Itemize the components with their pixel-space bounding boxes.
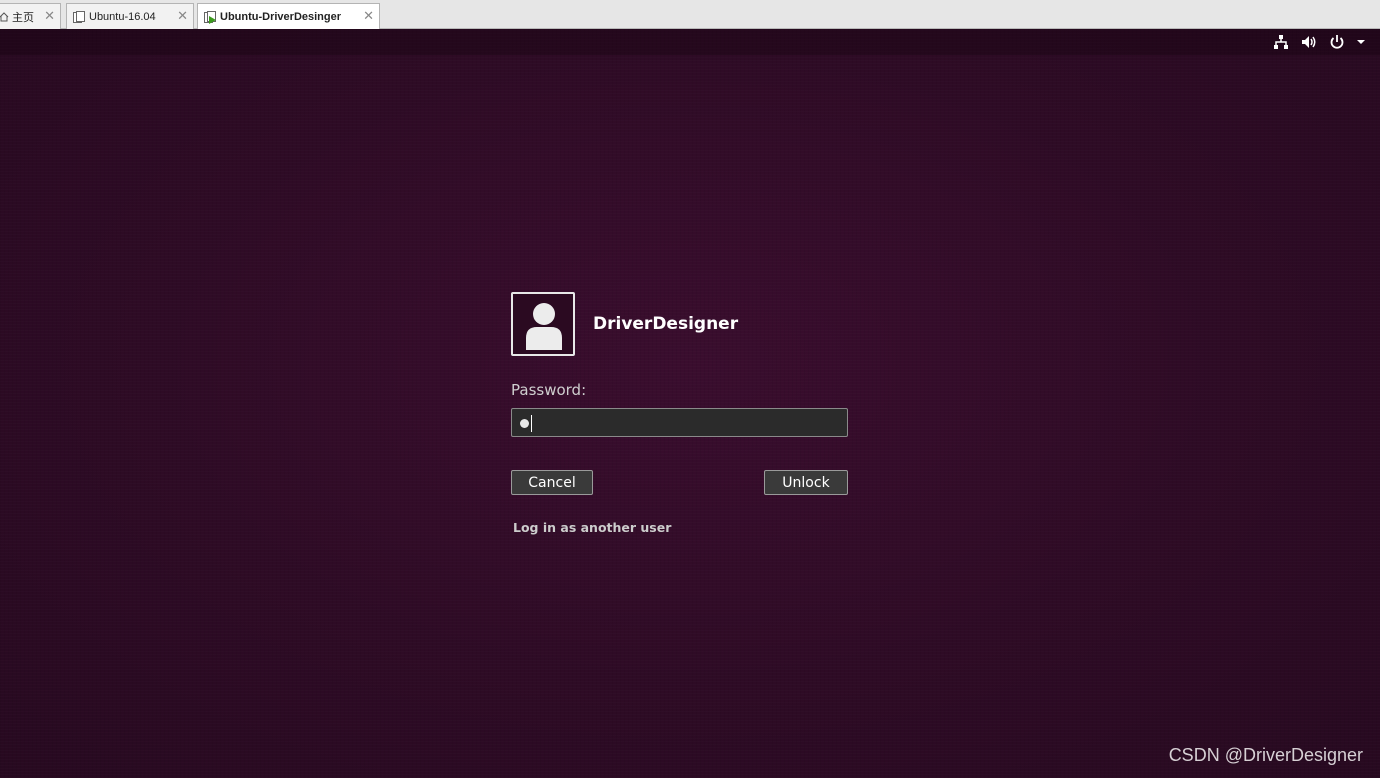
top-panel	[0, 29, 1380, 55]
unlock-button[interactable]: Unlock	[764, 470, 848, 495]
password-input[interactable]	[511, 408, 848, 437]
vmware-tab-bar: 主页 ✕ Ubuntu-16.04 ✕ Ubuntu-DriverDesinge…	[0, 0, 1380, 30]
tab-label: 主页	[12, 11, 34, 24]
vm-icon	[73, 10, 85, 23]
user-icon	[526, 303, 562, 350]
tab-label: Ubuntu-DriverDesinger	[220, 11, 342, 23]
vm-running-icon	[204, 11, 216, 24]
close-icon[interactable]: ✕	[363, 9, 374, 24]
home-icon	[0, 11, 9, 22]
password-mask-dot	[520, 419, 529, 428]
volume-icon[interactable]	[1300, 33, 1318, 51]
tab-ubuntu-1604[interactable]: Ubuntu-16.04 ✕	[66, 3, 194, 29]
cancel-button[interactable]: Cancel	[511, 470, 593, 495]
log-in-as-another-user-link[interactable]: Log in as another user	[513, 520, 671, 535]
close-icon[interactable]: ✕	[177, 9, 188, 24]
tab-home[interactable]: 主页 ✕	[0, 3, 61, 29]
power-icon[interactable]	[1328, 33, 1346, 51]
dropdown-arrow-icon[interactable]	[1356, 33, 1366, 51]
text-caret	[531, 415, 532, 432]
watermark: CSDN @DriverDesigner	[1168, 745, 1363, 765]
username-label: DriverDesigner	[593, 314, 739, 334]
password-label: Password:	[511, 381, 587, 399]
avatar	[511, 292, 575, 356]
close-icon[interactable]: ✕	[44, 9, 55, 24]
tab-ubuntu-driverdesinger[interactable]: Ubuntu-DriverDesinger ✕	[197, 3, 380, 30]
tab-label: Ubuntu-16.04	[89, 10, 156, 23]
ubuntu-lock-screen: DriverDesigner Password: Cancel Unlock L…	[0, 29, 1380, 778]
network-icon[interactable]	[1272, 33, 1290, 51]
